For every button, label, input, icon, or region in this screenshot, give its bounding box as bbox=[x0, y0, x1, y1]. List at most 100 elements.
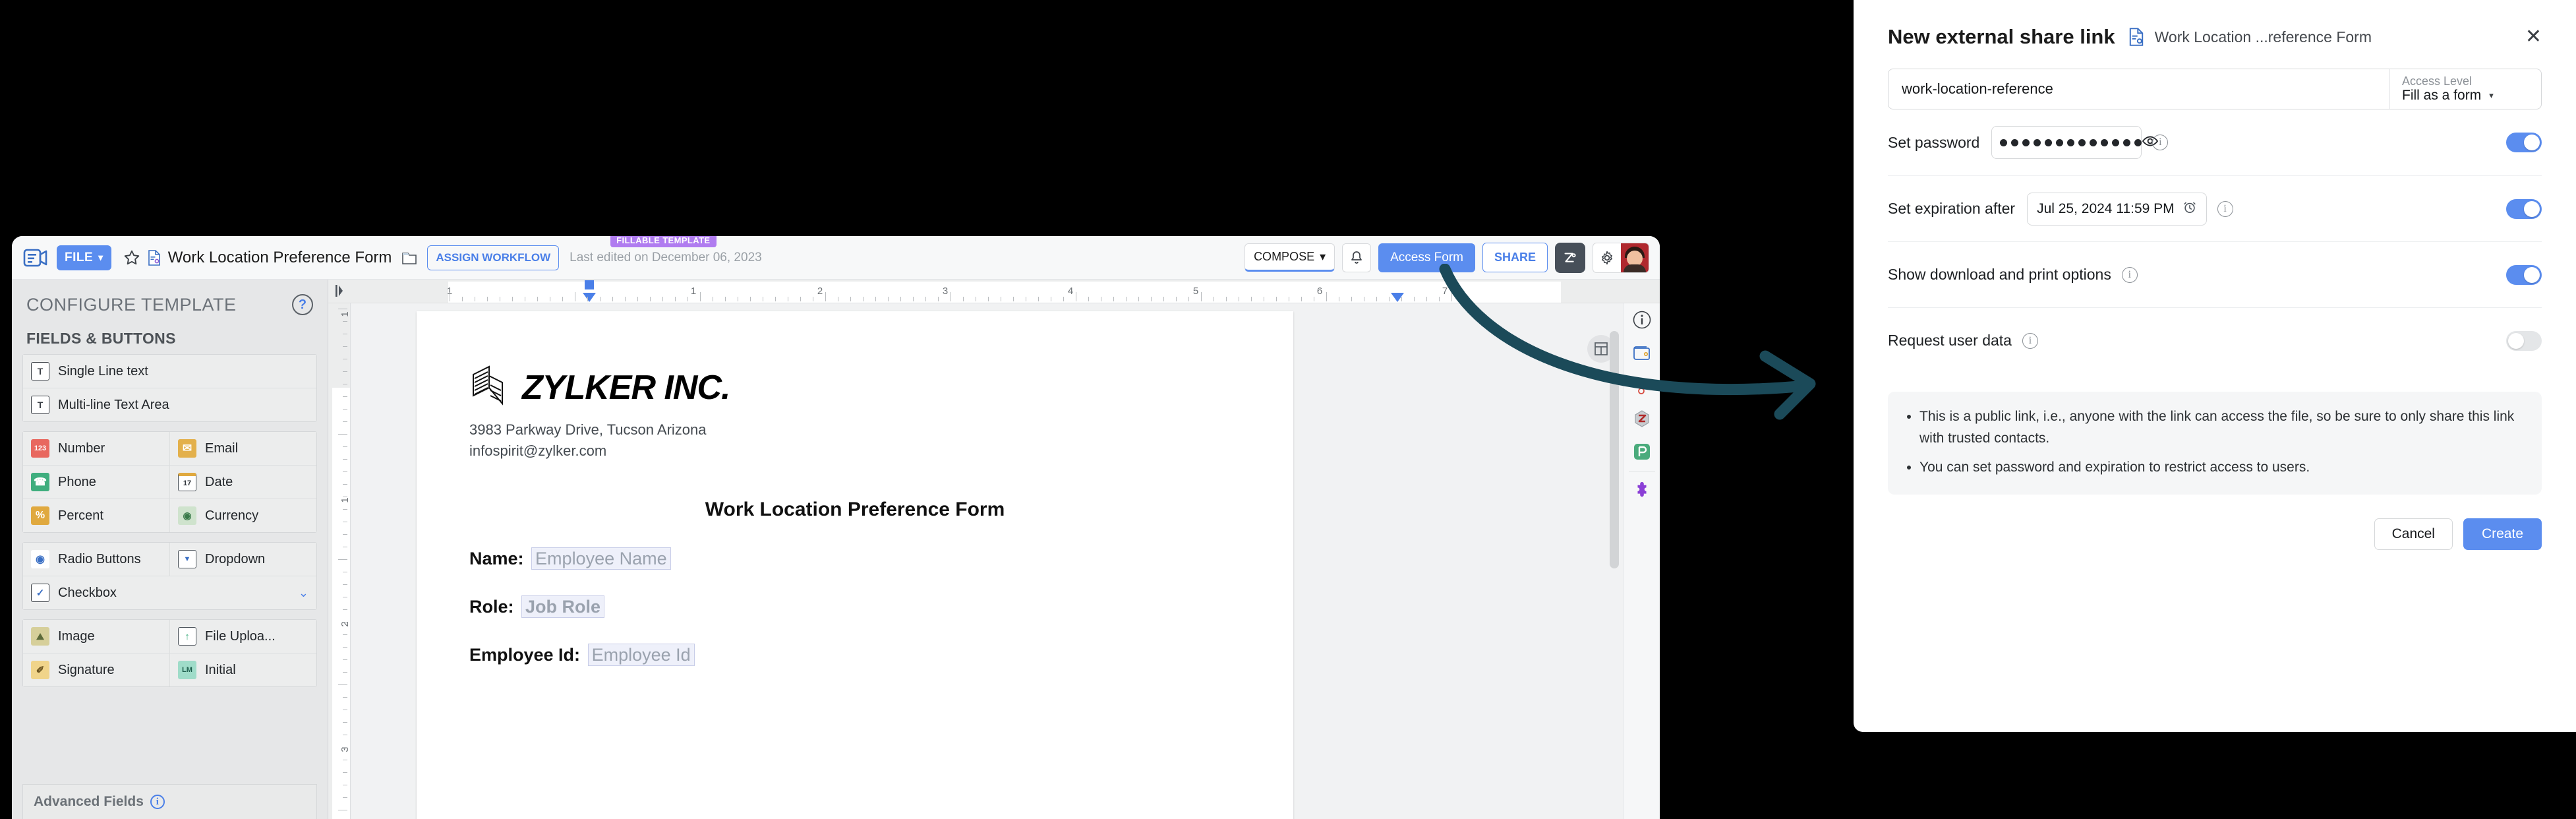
dialog-actions: Cancel Create bbox=[1888, 518, 2542, 550]
puzzle-extension-icon[interactable] bbox=[1624, 474, 1660, 507]
field-single-line-text[interactable]: T Single Line text bbox=[23, 355, 316, 388]
vruler-tick bbox=[338, 559, 347, 560]
folder-icon[interactable] bbox=[398, 247, 421, 269]
vruler-tick bbox=[343, 421, 347, 422]
single-line-text-icon: T bbox=[31, 362, 49, 380]
expiration-date-input[interactable]: Jul 25, 2024 11:59 PM bbox=[2027, 192, 2207, 226]
wallet-icon[interactable] bbox=[1624, 336, 1660, 369]
doc-field-label: Role: bbox=[469, 596, 514, 617]
field-row: ◉ Radio Buttons ▼ Dropdown bbox=[23, 543, 316, 576]
zoho-z-icon[interactable] bbox=[1624, 402, 1660, 435]
info-icon[interactable]: i bbox=[150, 795, 165, 809]
vruler-number: 1 bbox=[339, 311, 351, 317]
right-indent-marker[interactable] bbox=[1391, 293, 1404, 302]
star-icon[interactable] bbox=[121, 247, 143, 269]
left-indent-marker[interactable] bbox=[583, 293, 596, 302]
field-file-upload[interactable]: ↑ File Uploa... bbox=[169, 620, 316, 653]
field-signature[interactable]: ✐ Signature bbox=[23, 653, 169, 686]
vruler-tick bbox=[343, 471, 347, 472]
setting-label: Request user data bbox=[1888, 332, 2012, 349]
document-heading: Work Location Preference Form bbox=[705, 498, 1005, 520]
file-menu-button[interactable]: FILE ▾ bbox=[57, 245, 111, 270]
fillable-doc-icon bbox=[2127, 27, 2146, 47]
connections-icon[interactable] bbox=[1624, 369, 1660, 402]
field-radio-buttons[interactable]: ◉ Radio Buttons bbox=[23, 543, 169, 576]
info-icon[interactable]: i bbox=[2152, 135, 2169, 150]
ruler-tick bbox=[938, 297, 939, 301]
compose-button[interactable]: COMPOSE ▾ bbox=[1244, 243, 1335, 272]
info-icon[interactable]: i bbox=[2022, 332, 2038, 349]
ruler-tick bbox=[1464, 297, 1465, 301]
info-icon[interactable] bbox=[1624, 303, 1660, 336]
new-external-share-link-dialog: New external share link Work Location ..… bbox=[1854, 0, 2576, 732]
ruler-toggle-icon[interactable] bbox=[328, 279, 351, 303]
ruler-tick bbox=[700, 292, 701, 301]
ruler-tick bbox=[1376, 297, 1377, 301]
page-scroll[interactable]: ZYLKER INC. 3983 Parkway Drive, Tucson A… bbox=[351, 303, 1578, 819]
access-form-button[interactable]: Access Form bbox=[1378, 243, 1475, 272]
info-icon[interactable]: i bbox=[2217, 200, 2233, 217]
access-level-select[interactable]: Access Level Fill as a form ▾ bbox=[2389, 69, 2541, 109]
ruler-tick bbox=[850, 297, 851, 301]
zia-icon[interactable] bbox=[1555, 242, 1585, 273]
chevron-down-icon[interactable]: ⌄ bbox=[299, 586, 308, 600]
cancel-button[interactable]: Cancel bbox=[2374, 518, 2453, 550]
alarm-clock-icon[interactable] bbox=[2182, 200, 2197, 218]
field-initial[interactable]: LM Initial bbox=[169, 653, 316, 686]
field-row: ⛰ Image ↑ File Uploa... bbox=[23, 620, 316, 653]
ruler-tick bbox=[1151, 297, 1152, 301]
doc-field-placeholder[interactable]: Job Role bbox=[521, 595, 605, 618]
field-percent[interactable]: % Percent bbox=[23, 499, 169, 532]
ruler-tick bbox=[1401, 297, 1402, 301]
ruler-tick bbox=[462, 297, 463, 301]
create-button[interactable]: Create bbox=[2463, 518, 2542, 550]
field-checkbox[interactable]: ✓ Checkbox ⌄ bbox=[23, 576, 316, 609]
avatar[interactable] bbox=[1621, 243, 1649, 272]
ruler-number: 1 bbox=[690, 286, 697, 297]
request-user-data-toggle[interactable] bbox=[2506, 330, 2542, 351]
password-masked-value bbox=[2000, 138, 2142, 146]
share-button[interactable]: SHARE bbox=[1482, 243, 1548, 272]
document-page[interactable]: ZYLKER INC. 3983 Parkway Drive, Tucson A… bbox=[417, 311, 1293, 819]
doc-field-label: Employee Id: bbox=[469, 644, 581, 665]
ruler-track[interactable]: 1 1 2 3 4 5 6 7 bbox=[351, 279, 1660, 303]
field-row: ✓ Checkbox ⌄ bbox=[23, 576, 316, 609]
address-line-1: 3983 Parkway Drive, Tucson Arizona bbox=[469, 421, 707, 438]
fillable-doc-icon bbox=[143, 247, 165, 269]
field-email[interactable]: ✉ Email bbox=[169, 432, 316, 466]
doc-field-placeholder[interactable]: Employee Id bbox=[587, 643, 695, 666]
first-line-indent-marker[interactable] bbox=[585, 280, 594, 289]
field-currency[interactable]: ◉ Currency bbox=[169, 499, 316, 532]
field-dropdown[interactable]: ▼ Dropdown bbox=[169, 543, 316, 576]
vertical-ruler[interactable]: 1 1 2 3 bbox=[328, 303, 351, 819]
document-pane: 1 1 2 3 4 5 6 7 1 1 2 3 ZYLKER INC. 3983… bbox=[328, 280, 1660, 819]
field-image[interactable]: ⛰ Image bbox=[23, 620, 169, 653]
help-icon[interactable]: ? bbox=[292, 294, 313, 315]
field-number[interactable]: 123 Number bbox=[23, 432, 169, 466]
field-label: Image bbox=[58, 628, 95, 644]
show-download-print-toggle[interactable] bbox=[2506, 264, 2542, 285]
gear-icon[interactable] bbox=[1593, 243, 1621, 272]
doc-field-placeholder[interactable]: Employee Name bbox=[531, 547, 671, 570]
field-date[interactable]: 17 Date bbox=[169, 466, 316, 499]
ruler-tick bbox=[750, 297, 751, 301]
vertical-scrollbar[interactable] bbox=[1610, 331, 1619, 568]
password-input[interactable] bbox=[1991, 126, 2159, 159]
close-icon[interactable]: ✕ bbox=[2525, 27, 2542, 47]
vruler-tick bbox=[343, 747, 347, 748]
assign-workflow-button[interactable]: ASSIGN WORKFLOW bbox=[427, 245, 560, 270]
set-expiration-toggle[interactable] bbox=[2506, 198, 2542, 219]
ruler-tick bbox=[637, 297, 638, 301]
advanced-fields-section[interactable]: Advanced Fields i bbox=[22, 784, 317, 819]
bell-icon[interactable] bbox=[1342, 243, 1372, 272]
projects-p-icon[interactable] bbox=[1624, 435, 1660, 468]
editor-body: CONFIGURE TEMPLATE ? FIELDS & BUTTONS T … bbox=[12, 280, 1660, 819]
link-name-input[interactable]: work-location-reference bbox=[1888, 69, 2389, 109]
set-password-toggle[interactable] bbox=[2506, 133, 2542, 152]
vruler-tick bbox=[343, 634, 347, 635]
dialog-header: New external share link Work Location ..… bbox=[1888, 0, 2542, 49]
ruler-tick bbox=[1439, 297, 1440, 301]
info-icon[interactable]: i bbox=[2121, 266, 2138, 283]
field-multi-line-text-area[interactable]: T Multi-line Text Area bbox=[23, 388, 316, 421]
field-phone[interactable]: ☎ Phone bbox=[23, 466, 169, 499]
